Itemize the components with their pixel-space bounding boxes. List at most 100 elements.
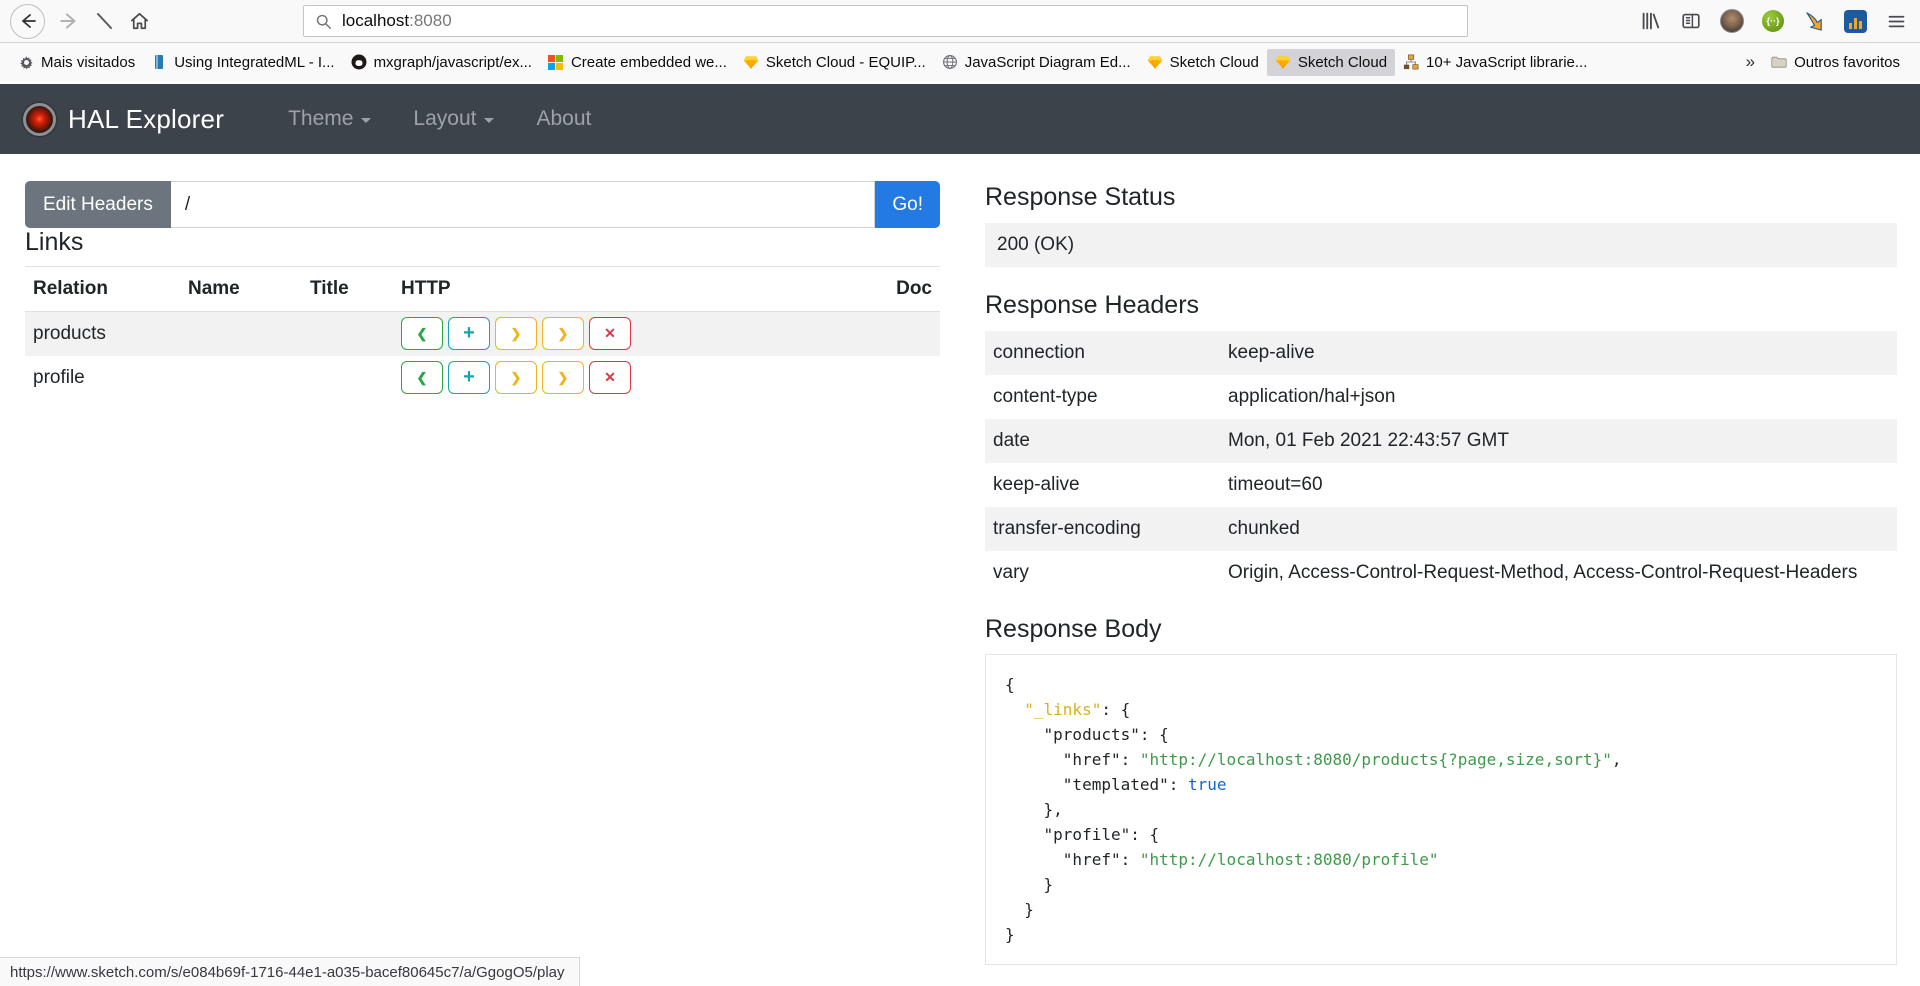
- left-panel: Edit Headers Go! Links RelationNameTitle…: [25, 181, 940, 400]
- header-value: application/hal+json: [1220, 375, 1897, 419]
- response-body-box: { "_links": { "products": { "href": "htt…: [985, 654, 1897, 965]
- bookmark-label: Sketch Cloud: [1298, 54, 1387, 71]
- extension-arrow-icon[interactable]: [1802, 9, 1826, 33]
- extension-green-icon[interactable]: {··}: [1761, 9, 1785, 33]
- bookmark-item[interactable]: Sketch Cloud: [1267, 49, 1395, 76]
- column-header: HTTP: [393, 267, 880, 312]
- back-button[interactable]: [10, 4, 45, 39]
- table-row: profile❮+❯❯✕: [25, 356, 940, 400]
- sketch-icon: [1275, 54, 1291, 70]
- reload-button[interactable]: [93, 10, 115, 32]
- navbar-menu-label: About: [536, 107, 591, 131]
- address-bar[interactable]: localhost:8080: [303, 5, 1468, 37]
- json-line: }: [1005, 922, 1877, 947]
- post-button-icon: +: [463, 367, 475, 387]
- get-button[interactable]: ❮: [401, 361, 443, 394]
- json-line: "products": {: [1005, 722, 1877, 747]
- post-button[interactable]: +: [448, 361, 490, 394]
- delete-button[interactable]: ✕: [589, 317, 631, 350]
- main-content: Edit Headers Go! Links RelationNameTitle…: [0, 154, 1920, 985]
- chevron-down-icon: [484, 118, 494, 123]
- forward-button[interactable]: [58, 10, 80, 32]
- library-icon[interactable]: [1638, 9, 1662, 33]
- links-section-title: Links: [25, 228, 940, 257]
- bookmark-item[interactable]: JavaScript Diagram Ed...: [934, 49, 1139, 76]
- put-button[interactable]: ❯: [495, 317, 537, 350]
- navbar-menu-theme[interactable]: Theme: [288, 107, 371, 131]
- patch-button[interactable]: ❯: [542, 317, 584, 350]
- header-value: Mon, 01 Feb 2021 22:43:57 GMT: [1220, 419, 1897, 463]
- header-name: connection: [985, 331, 1220, 375]
- extension-chart-icon[interactable]: [1843, 9, 1867, 33]
- column-header: Relation: [25, 267, 180, 312]
- header-row: varyOrigin, Access-Control-Request-Metho…: [985, 551, 1897, 595]
- account-avatar[interactable]: [1720, 9, 1744, 33]
- links-table: RelationNameTitleHTTPDoc products❮+❯❯✕pr…: [25, 266, 940, 400]
- json-line: "href": "http://localhost:8080/products{…: [1005, 747, 1877, 772]
- uri-input[interactable]: [171, 181, 876, 228]
- put-button-icon: ❯: [511, 370, 522, 386]
- gear-icon: [18, 54, 34, 70]
- bar-chart-icon: [1844, 10, 1867, 33]
- json-line: "profile": {: [1005, 822, 1877, 847]
- go-button[interactable]: Go!: [875, 181, 940, 228]
- globe-icon: [942, 54, 958, 70]
- edit-headers-button[interactable]: Edit Headers: [25, 181, 171, 228]
- request-bar: Edit Headers Go!: [25, 181, 940, 228]
- navbar-menu-label: Layout: [413, 107, 476, 131]
- delete-button[interactable]: ✕: [589, 361, 631, 394]
- bookmark-item[interactable]: Create embedded we...: [540, 49, 735, 76]
- navbar-menu-layout[interactable]: Layout: [413, 107, 494, 131]
- other-bookmarks-folder[interactable]: Outros favoritos: [1765, 49, 1906, 76]
- json-line: }: [1005, 872, 1877, 897]
- column-header: Name: [180, 267, 302, 312]
- avatar: [1720, 9, 1744, 33]
- json-line: "href": "http://localhost:8080/profile": [1005, 847, 1877, 872]
- column-header: Doc: [880, 267, 940, 312]
- header-name: transfer-encoding: [985, 507, 1220, 551]
- links-table-header: RelationNameTitleHTTPDoc: [25, 267, 940, 312]
- header-value: Origin, Access-Control-Request-Method, A…: [1220, 551, 1897, 595]
- bookmark-item[interactable]: Using IntegratedML - I...: [143, 49, 342, 76]
- hal-logo-icon: [23, 103, 56, 136]
- reload-slash-icon: [93, 10, 115, 32]
- browser-toolbar: localhost:8080 {··}: [0, 0, 1920, 43]
- navbar-menu-about[interactable]: About: [536, 107, 591, 131]
- delete-button-icon: ✕: [604, 325, 616, 342]
- header-name: keep-alive: [985, 463, 1220, 507]
- header-value: keep-alive: [1220, 331, 1897, 375]
- book-icon: [151, 54, 167, 70]
- bookmarks-overflow-chevron[interactable]: »: [1736, 52, 1765, 72]
- sidebar-icon[interactable]: [1679, 9, 1703, 33]
- response-headers-title: Response Headers: [985, 291, 1897, 320]
- bookmark-item[interactable]: 10+ JavaScript librarie...: [1395, 49, 1595, 76]
- navbar-menu-label: Theme: [288, 107, 353, 131]
- http-cell: ❮+❯❯✕: [393, 356, 880, 400]
- bookmark-item[interactable]: Mais visitados: [10, 49, 143, 76]
- bookmark-label: 10+ JavaScript librarie...: [1426, 54, 1587, 71]
- get-button[interactable]: ❮: [401, 317, 443, 350]
- back-arrow-icon: [18, 11, 38, 31]
- json-line: "templated": true: [1005, 772, 1877, 797]
- bookmark-label: Create embedded we...: [571, 54, 727, 71]
- address-url-host: localhost: [342, 11, 409, 31]
- json-line: {: [1005, 672, 1877, 697]
- home-button[interactable]: [128, 10, 151, 33]
- hal-navbar: HAL Explorer ThemeLayoutAbout: [0, 84, 1920, 154]
- sketch-icon: [1147, 54, 1163, 70]
- json-line: }: [1005, 897, 1877, 922]
- home-icon: [128, 10, 151, 33]
- doc-cell: [880, 356, 940, 400]
- bookmark-item[interactable]: mxgraph/javascript/ex...: [343, 49, 540, 76]
- relation-cell: products: [25, 312, 180, 356]
- bookmarks-list: Mais visitadosUsing IntegratedML - I...m…: [10, 49, 1595, 76]
- response-body-title: Response Body: [985, 615, 1897, 644]
- patch-button[interactable]: ❯: [542, 361, 584, 394]
- menu-button[interactable]: [1884, 9, 1908, 33]
- bookmark-item[interactable]: Sketch Cloud - EQUIP...: [735, 49, 934, 76]
- post-button[interactable]: +: [448, 317, 490, 350]
- bookmark-item[interactable]: Sketch Cloud: [1139, 49, 1267, 76]
- status-bar: https://www.sketch.com/s/e084b69f-1716-4…: [0, 957, 580, 986]
- relation-cell: profile: [25, 356, 180, 400]
- put-button[interactable]: ❯: [495, 361, 537, 394]
